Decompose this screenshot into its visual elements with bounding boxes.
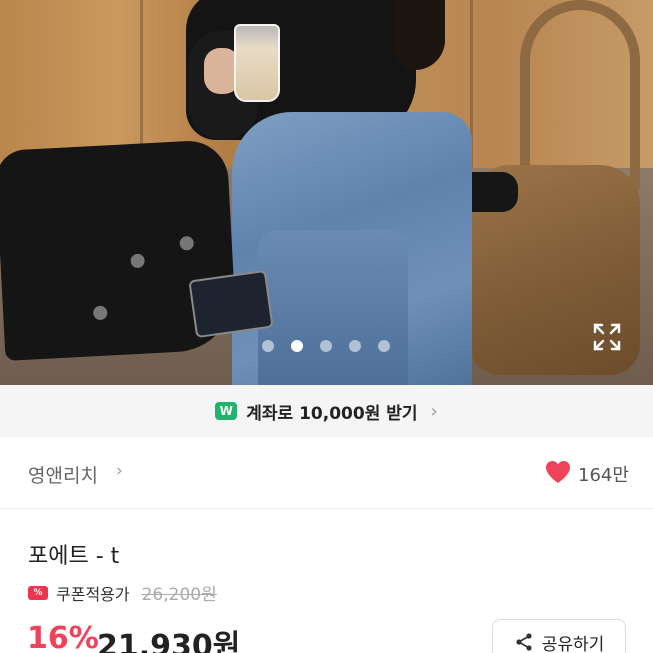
jacket-button <box>92 305 108 321</box>
product-title: 포에트 - t <box>28 544 120 569</box>
shop-row: 영앤리치 › 164만 <box>0 437 653 509</box>
share-icon <box>516 633 532 651</box>
bag-strap <box>520 0 640 190</box>
smartphone <box>188 269 274 339</box>
expand-icon[interactable] <box>592 322 622 352</box>
share-button[interactable]: 공유하기 <box>492 619 626 653</box>
gallery-dot[interactable] <box>349 340 361 352</box>
account-cashback-banner[interactable]: W 계좌로 10,000원 받기 › <box>0 385 653 437</box>
like-count: 164만 <box>578 465 629 486</box>
gallery-dot[interactable] <box>262 340 274 352</box>
original-price: 26,200원 <box>141 585 217 605</box>
shop-name-link[interactable]: 영앤리치 <box>28 461 98 488</box>
banner-text: 계좌로 10,000원 받기 <box>246 403 418 424</box>
denim-jeans-leg <box>258 230 408 385</box>
gallery-dot-active[interactable] <box>291 340 303 352</box>
jacket-button <box>130 253 145 269</box>
latte-glass <box>234 24 280 102</box>
share-label: 공유하기 <box>541 634 605 653</box>
gallery-dot[interactable] <box>378 340 390 352</box>
won-icon: W <box>215 402 238 420</box>
sale-price: 21,930원 <box>97 629 241 653</box>
discount-rate: 16% <box>27 621 99 653</box>
chevron-right-icon: › <box>430 400 438 422</box>
gallery-pagination <box>262 340 390 352</box>
product-photo[interactable] <box>0 0 653 385</box>
coupon-price-row: % 쿠폰적용가 26,200원 <box>28 580 217 605</box>
heart-icon[interactable] <box>545 460 571 484</box>
coupon-icon: % <box>28 585 48 600</box>
hair <box>395 0 445 70</box>
jacket-button <box>179 235 195 251</box>
coupon-label: 쿠폰적용가 <box>56 584 130 604</box>
chevron-right-icon[interactable]: › <box>116 461 123 481</box>
gallery-dot[interactable] <box>320 340 332 352</box>
